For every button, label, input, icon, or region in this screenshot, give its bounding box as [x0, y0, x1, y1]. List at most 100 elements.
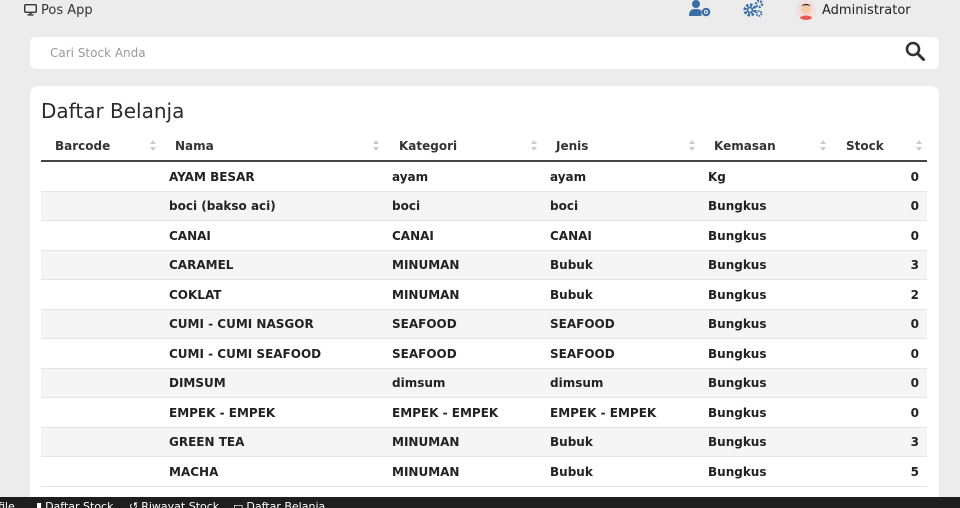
table-row[interactable]: CARAMEL MINUMAN Bubuk Bungkus 3	[41, 250, 927, 280]
app-title: Pos App	[41, 2, 93, 18]
page-title: Daftar Belanja	[41, 99, 185, 123]
cell-kemasan: Bungkus	[708, 464, 767, 479]
cell-kategori: SEAFOOD	[392, 317, 457, 331]
cell-kemasan: Bungkus	[708, 346, 767, 361]
user-name: Administrator	[822, 2, 911, 18]
cell-kategori: MINUMAN	[392, 435, 460, 449]
cell-jenis: Bubuk	[550, 464, 593, 479]
user-gear-button[interactable]	[689, 0, 711, 20]
nav-daftar-belanja[interactable]: ▭ Daftar Belanja	[233, 500, 325, 508]
table-row[interactable]: CUMI - CUMI NASGOR SEAFOOD SEAFOOD Bungk…	[41, 309, 927, 339]
table-row[interactable]: DIMSUM dimsum dimsum Bungkus 0	[41, 368, 927, 398]
app-brand[interactable]: Pos App	[24, 2, 93, 18]
cell-stock: 0	[910, 169, 919, 184]
sort-icon[interactable]	[915, 140, 923, 152]
sort-icon[interactable]	[372, 140, 380, 152]
search-input[interactable]	[50, 43, 890, 63]
avatar	[796, 0, 816, 20]
cell-jenis: SEAFOOD	[550, 317, 615, 331]
table-row[interactable]: AYAM BESAR ayam ayam Kg 0	[41, 162, 927, 192]
cell-stock: 2	[910, 287, 919, 302]
cell-nama: COKLAT	[169, 287, 222, 302]
cell-nama: CARAMEL	[169, 258, 234, 272]
column-header-nama[interactable]: Nama	[175, 132, 214, 160]
nav-riwayat-stock[interactable]: ↺ Riwayat Stock	[129, 500, 219, 508]
column-header-barcode[interactable]: Barcode	[55, 132, 110, 160]
cell-kemasan: Bungkus	[708, 376, 767, 390]
cell-kemasan: Bungkus	[708, 317, 767, 331]
column-label: Barcode	[55, 139, 111, 153]
search-bar	[30, 37, 939, 69]
cell-stock: 0	[910, 346, 919, 361]
cell-nama: AYAM BESAR	[169, 169, 255, 184]
cell-jenis: Bubuk	[550, 287, 593, 302]
cell-nama: EMPEK - EMPEK	[169, 405, 276, 420]
sort-icon[interactable]	[530, 140, 538, 152]
table-row[interactable]: boci (bakso aci) boci boci Bungkus 0	[41, 191, 927, 221]
cell-kategori: CANAI	[392, 228, 434, 243]
column-label: Stock	[846, 139, 884, 153]
cell-kategori: dimsum	[392, 376, 446, 390]
nav-daftar-stock[interactable]: ▮ Daftar Stock	[36, 500, 113, 508]
search-button[interactable]	[904, 41, 926, 65]
column-label: Nama	[175, 139, 214, 153]
column-label: Jenis	[556, 139, 589, 153]
sort-icon[interactable]	[819, 140, 827, 152]
user-gear-icon	[689, 0, 711, 21]
table-row[interactable]: CANAI CANAI CANAI Bungkus 0	[41, 221, 927, 251]
sort-icon[interactable]	[688, 140, 696, 152]
top-bar: Pos App Administrator	[0, 0, 960, 21]
column-header-kemasan[interactable]: Kemasan	[714, 132, 776, 160]
column-label: Kemasan	[714, 139, 776, 153]
cell-stock: 0	[910, 376, 919, 390]
nav-label: Daftar Belanja	[246, 500, 326, 508]
cell-stock: 3	[910, 435, 919, 449]
cell-kemasan: Bungkus	[708, 228, 767, 243]
bottom-nav: file ▮ Daftar Stock ↺ Riwayat Stock ▭ Da…	[0, 497, 960, 508]
cell-kemasan: Bungkus	[708, 435, 767, 449]
column-header-jenis[interactable]: Jenis	[556, 132, 588, 160]
cell-kemasan: Bungkus	[708, 199, 767, 213]
cell-jenis: CANAI	[550, 228, 592, 243]
table-row[interactable]: MACHA MINUMAN Bubuk Bungkus 5	[41, 457, 927, 487]
cell-stock: 3	[910, 258, 919, 272]
cell-stock: 0	[910, 405, 919, 420]
cell-kategori: MINUMAN	[392, 464, 460, 479]
cell-nama: GREEN TEA	[169, 435, 245, 449]
shopping-list-card: Daftar Belanja Barcode Nama Kategori Jen…	[30, 86, 939, 508]
sort-icon[interactable]	[149, 140, 157, 152]
cell-nama: CUMI - CUMI NASGOR	[169, 317, 314, 331]
nav-label: Riwayat Stock	[141, 500, 220, 508]
table-row[interactable]: COKLAT MINUMAN Bubuk Bungkus 2	[41, 280, 927, 310]
box-icon: ▮	[36, 500, 43, 508]
nav-label: Daftar Stock	[45, 500, 114, 508]
cell-kemasan: Bungkus	[708, 258, 767, 272]
cell-stock: 0	[910, 317, 919, 331]
search-icon	[905, 41, 925, 65]
column-label: Kategori	[399, 139, 458, 153]
user-menu[interactable]: Administrator	[796, 0, 911, 20]
cell-kemasan: Bungkus	[708, 405, 767, 420]
history-icon: ↺	[129, 500, 139, 508]
cell-kemasan: Bungkus	[708, 287, 767, 302]
table-row[interactable]: EMPEK - EMPEK EMPEK - EMPEK EMPEK - EMPE…	[41, 398, 927, 428]
cell-kategori: boci	[392, 199, 421, 213]
cell-stock: 5	[910, 464, 919, 479]
cell-kategori: EMPEK - EMPEK	[392, 405, 499, 420]
cell-jenis: ayam	[550, 169, 587, 184]
cell-stock: 0	[910, 199, 919, 213]
cell-kategori: ayam	[392, 169, 429, 184]
cell-kategori: MINUMAN	[392, 258, 460, 272]
table-row[interactable]: CUMI - CUMI SEAFOOD SEAFOOD SEAFOOD Bung…	[41, 339, 927, 369]
settings-button[interactable]	[742, 0, 764, 20]
nav-profile[interactable]: file	[0, 500, 15, 508]
cell-nama: CUMI - CUMI SEAFOOD	[169, 346, 322, 361]
column-header-kategori[interactable]: Kategori	[399, 132, 457, 160]
cell-nama: MACHA	[169, 464, 219, 479]
cell-jenis: SEAFOOD	[550, 346, 615, 361]
column-header-stock[interactable]: Stock	[846, 132, 884, 160]
nav-label: file	[0, 500, 15, 508]
table-row[interactable]: GREEN TEA MINUMAN Bubuk Bungkus 3	[41, 427, 927, 457]
cell-jenis: dimsum	[550, 376, 604, 390]
table-header: Barcode Nama Kategori Jenis Kemasan Stoc…	[41, 132, 927, 162]
